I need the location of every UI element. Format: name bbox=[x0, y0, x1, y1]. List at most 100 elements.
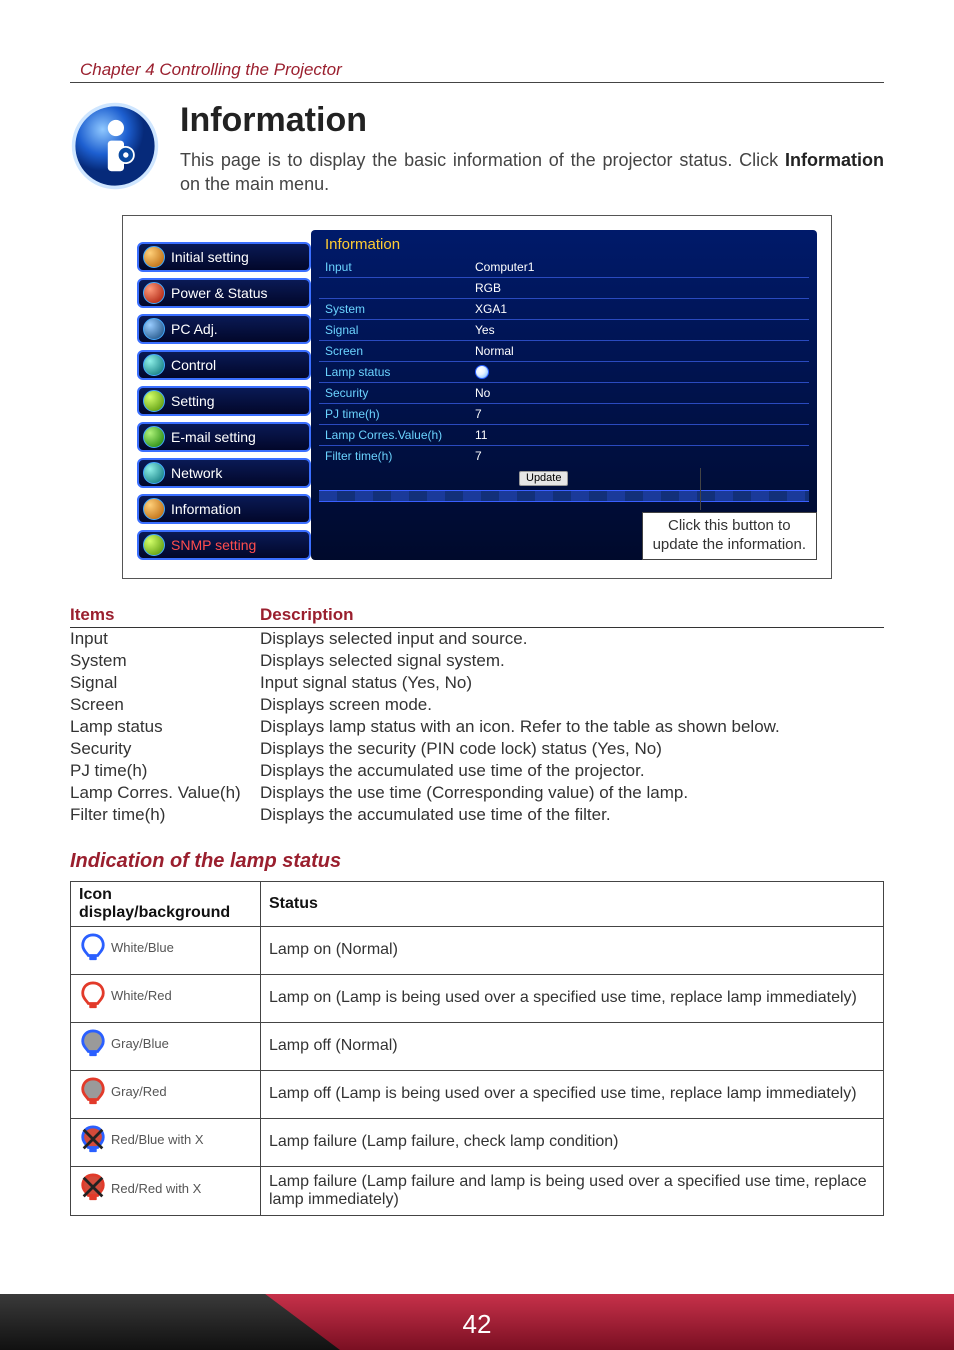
sidebar-item-setting[interactable]: Setting bbox=[137, 386, 311, 416]
panel-key: Input bbox=[319, 257, 469, 277]
desc-row: Lamp statusDisplays lamp status with an … bbox=[70, 716, 884, 738]
panel-row: InputComputer1 bbox=[319, 257, 809, 277]
sidebar-item-label: Control bbox=[171, 357, 216, 373]
lamp-row: White/BlueLamp on (Normal) bbox=[71, 926, 884, 974]
panel-value bbox=[469, 362, 809, 383]
desc-text: Displays lamp status with an icon. Refer… bbox=[260, 717, 884, 737]
sidebar-item-initial-setting[interactable]: Initial setting bbox=[137, 242, 311, 272]
sidebar-item-e-mail-setting[interactable]: E-mail setting bbox=[137, 422, 311, 452]
chapter-header: Chapter 4 Controlling the Projector bbox=[80, 60, 884, 80]
panel-value: 7 bbox=[469, 446, 809, 466]
panel-value: XGA1 bbox=[469, 299, 809, 319]
callout-line2: update the information. bbox=[653, 536, 806, 555]
desc-text: Displays the accumulated use time of the… bbox=[260, 761, 884, 781]
desc-text: Displays the use time (Corresponding val… bbox=[260, 783, 884, 803]
desc-head-desc: Description bbox=[260, 605, 354, 625]
sidebar-icon bbox=[143, 282, 165, 304]
sidebar-icon bbox=[143, 534, 165, 556]
sidebar-item-network[interactable]: Network bbox=[137, 458, 311, 488]
lamp-head-status: Status bbox=[261, 881, 884, 926]
chapter-rule bbox=[70, 82, 884, 83]
panel-row: SignalYes bbox=[319, 320, 809, 340]
ruler bbox=[319, 490, 809, 502]
lamp-icon-label: White/Blue bbox=[111, 940, 174, 955]
intro-bold: Information bbox=[785, 150, 884, 170]
lamp-row: Gray/Red Lamp off (Lamp is being used ove… bbox=[71, 1070, 884, 1118]
panel-row: SecurityNo bbox=[319, 383, 809, 403]
sidebar-item-label: Information bbox=[171, 501, 241, 517]
panel-value: Normal bbox=[469, 341, 809, 361]
lamp-icon-cell: Red/Blue with X bbox=[71, 1118, 261, 1166]
lamp-row: Red/Blue with XLamp failure (Lamp failur… bbox=[71, 1118, 884, 1166]
lamp-bulb-icon: White/Blue bbox=[79, 933, 174, 963]
lamp-status-text: Lamp failure (Lamp failure and lamp is b… bbox=[261, 1166, 884, 1215]
panel-value: 7 bbox=[469, 404, 809, 424]
panel-row: RGB bbox=[319, 278, 809, 298]
sidebar-icon bbox=[143, 462, 165, 484]
panel-key bbox=[319, 278, 469, 298]
description-table: Items Description InputDisplays selected… bbox=[70, 605, 884, 826]
sidebar-item-label: PC Adj. bbox=[171, 321, 218, 337]
sidebar-item-power-status[interactable]: Power & Status bbox=[137, 278, 311, 308]
panel-row: Lamp status bbox=[319, 362, 809, 383]
desc-text: Displays selected signal system. bbox=[260, 651, 884, 671]
title-row: Information This page is to display the … bbox=[70, 101, 884, 197]
lamp-icon-label: Gray/Blue bbox=[111, 1036, 169, 1051]
screenshot: Initial setting Power & Status PC Adj. Cont… bbox=[137, 230, 817, 560]
sidebar-item-control[interactable]: Control bbox=[137, 350, 311, 380]
desc-text: Displays screen mode. bbox=[260, 695, 884, 715]
desc-item: Signal bbox=[70, 673, 260, 693]
desc-row: ScreenDisplays screen mode. bbox=[70, 694, 884, 716]
panel-key: Lamp Corres.Value(h) bbox=[319, 425, 469, 445]
sidebar-item-snmp-setting[interactable]: SNMP setting bbox=[137, 530, 311, 560]
panel-key: Security bbox=[319, 383, 469, 403]
lamp-status-text: Lamp off (Lamp is being used over a spec… bbox=[261, 1070, 884, 1118]
desc-row: InputDisplays selected input and source. bbox=[70, 628, 884, 650]
sidebar-item-pc-adj-[interactable]: PC Adj. bbox=[137, 314, 311, 344]
desc-row: SecurityDisplays the security (PIN code … bbox=[70, 738, 884, 760]
desc-text: Displays selected input and source. bbox=[260, 629, 884, 649]
sidebar-icon bbox=[143, 246, 165, 268]
desc-text: Displays the security (PIN code lock) st… bbox=[260, 739, 884, 759]
sidebar-icon bbox=[143, 390, 165, 412]
page-title: Information bbox=[180, 101, 884, 140]
desc-item: PJ time(h) bbox=[70, 761, 260, 781]
panel-value: Yes bbox=[469, 320, 809, 340]
lamp-icon-cell: White/Blue bbox=[71, 926, 261, 974]
lamp-icon-cell: Red/Red with X bbox=[71, 1166, 261, 1215]
panel-key: PJ time(h) bbox=[319, 404, 469, 424]
page-footer: 42 bbox=[0, 1290, 954, 1350]
lamp-status-icon bbox=[475, 365, 489, 379]
lamp-status-table: Icon display/background Status White/Blu… bbox=[70, 881, 884, 1216]
desc-header: Items Description bbox=[70, 605, 884, 628]
desc-row: SignalInput signal status (Yes, No) bbox=[70, 672, 884, 694]
sidebar-icon bbox=[143, 318, 165, 340]
lamp-row: Red/Red with XLamp failure (Lamp failure… bbox=[71, 1166, 884, 1215]
lamp-icon-label: Red/Blue with X bbox=[111, 1132, 204, 1147]
desc-text: Displays the accumulated use time of the… bbox=[260, 805, 884, 825]
sidebar-item-information[interactable]: Information bbox=[137, 494, 311, 524]
sidebar-icon bbox=[143, 354, 165, 376]
lamp-icon-label: Gray/Red bbox=[111, 1084, 167, 1099]
lamp-icon-cell: Gray/Blue bbox=[71, 1022, 261, 1070]
desc-row: Lamp Corres. Value(h)Displays the use ti… bbox=[70, 782, 884, 804]
page: Chapter 4 Controlling the Projector Info… bbox=[0, 0, 954, 1350]
sidebar-icon bbox=[143, 426, 165, 448]
page-number: 42 bbox=[0, 1309, 954, 1340]
nav-sidebar: Initial setting Power & Status PC Adj. Cont… bbox=[137, 230, 311, 560]
lamp-bulb-icon: Gray/Red bbox=[79, 1077, 167, 1107]
desc-item: Security bbox=[70, 739, 260, 759]
panel-key: Filter time(h) bbox=[319, 446, 469, 466]
panel-key: Signal bbox=[319, 320, 469, 340]
lamp-head-icon: Icon display/background bbox=[71, 881, 261, 926]
info-icon bbox=[70, 101, 160, 191]
desc-row: Filter time(h)Displays the accumulated u… bbox=[70, 804, 884, 826]
sidebar-item-label: E-mail setting bbox=[171, 429, 256, 445]
sidebar-item-label: SNMP setting bbox=[171, 537, 256, 553]
panel-key: Screen bbox=[319, 341, 469, 361]
update-button[interactable]: Update bbox=[519, 471, 568, 486]
intro-pre: This page is to display the basic inform… bbox=[180, 150, 785, 170]
panel-row: ScreenNormal bbox=[319, 341, 809, 361]
lamp-icon-cell: White/Red bbox=[71, 974, 261, 1022]
desc-item: Filter time(h) bbox=[70, 805, 260, 825]
